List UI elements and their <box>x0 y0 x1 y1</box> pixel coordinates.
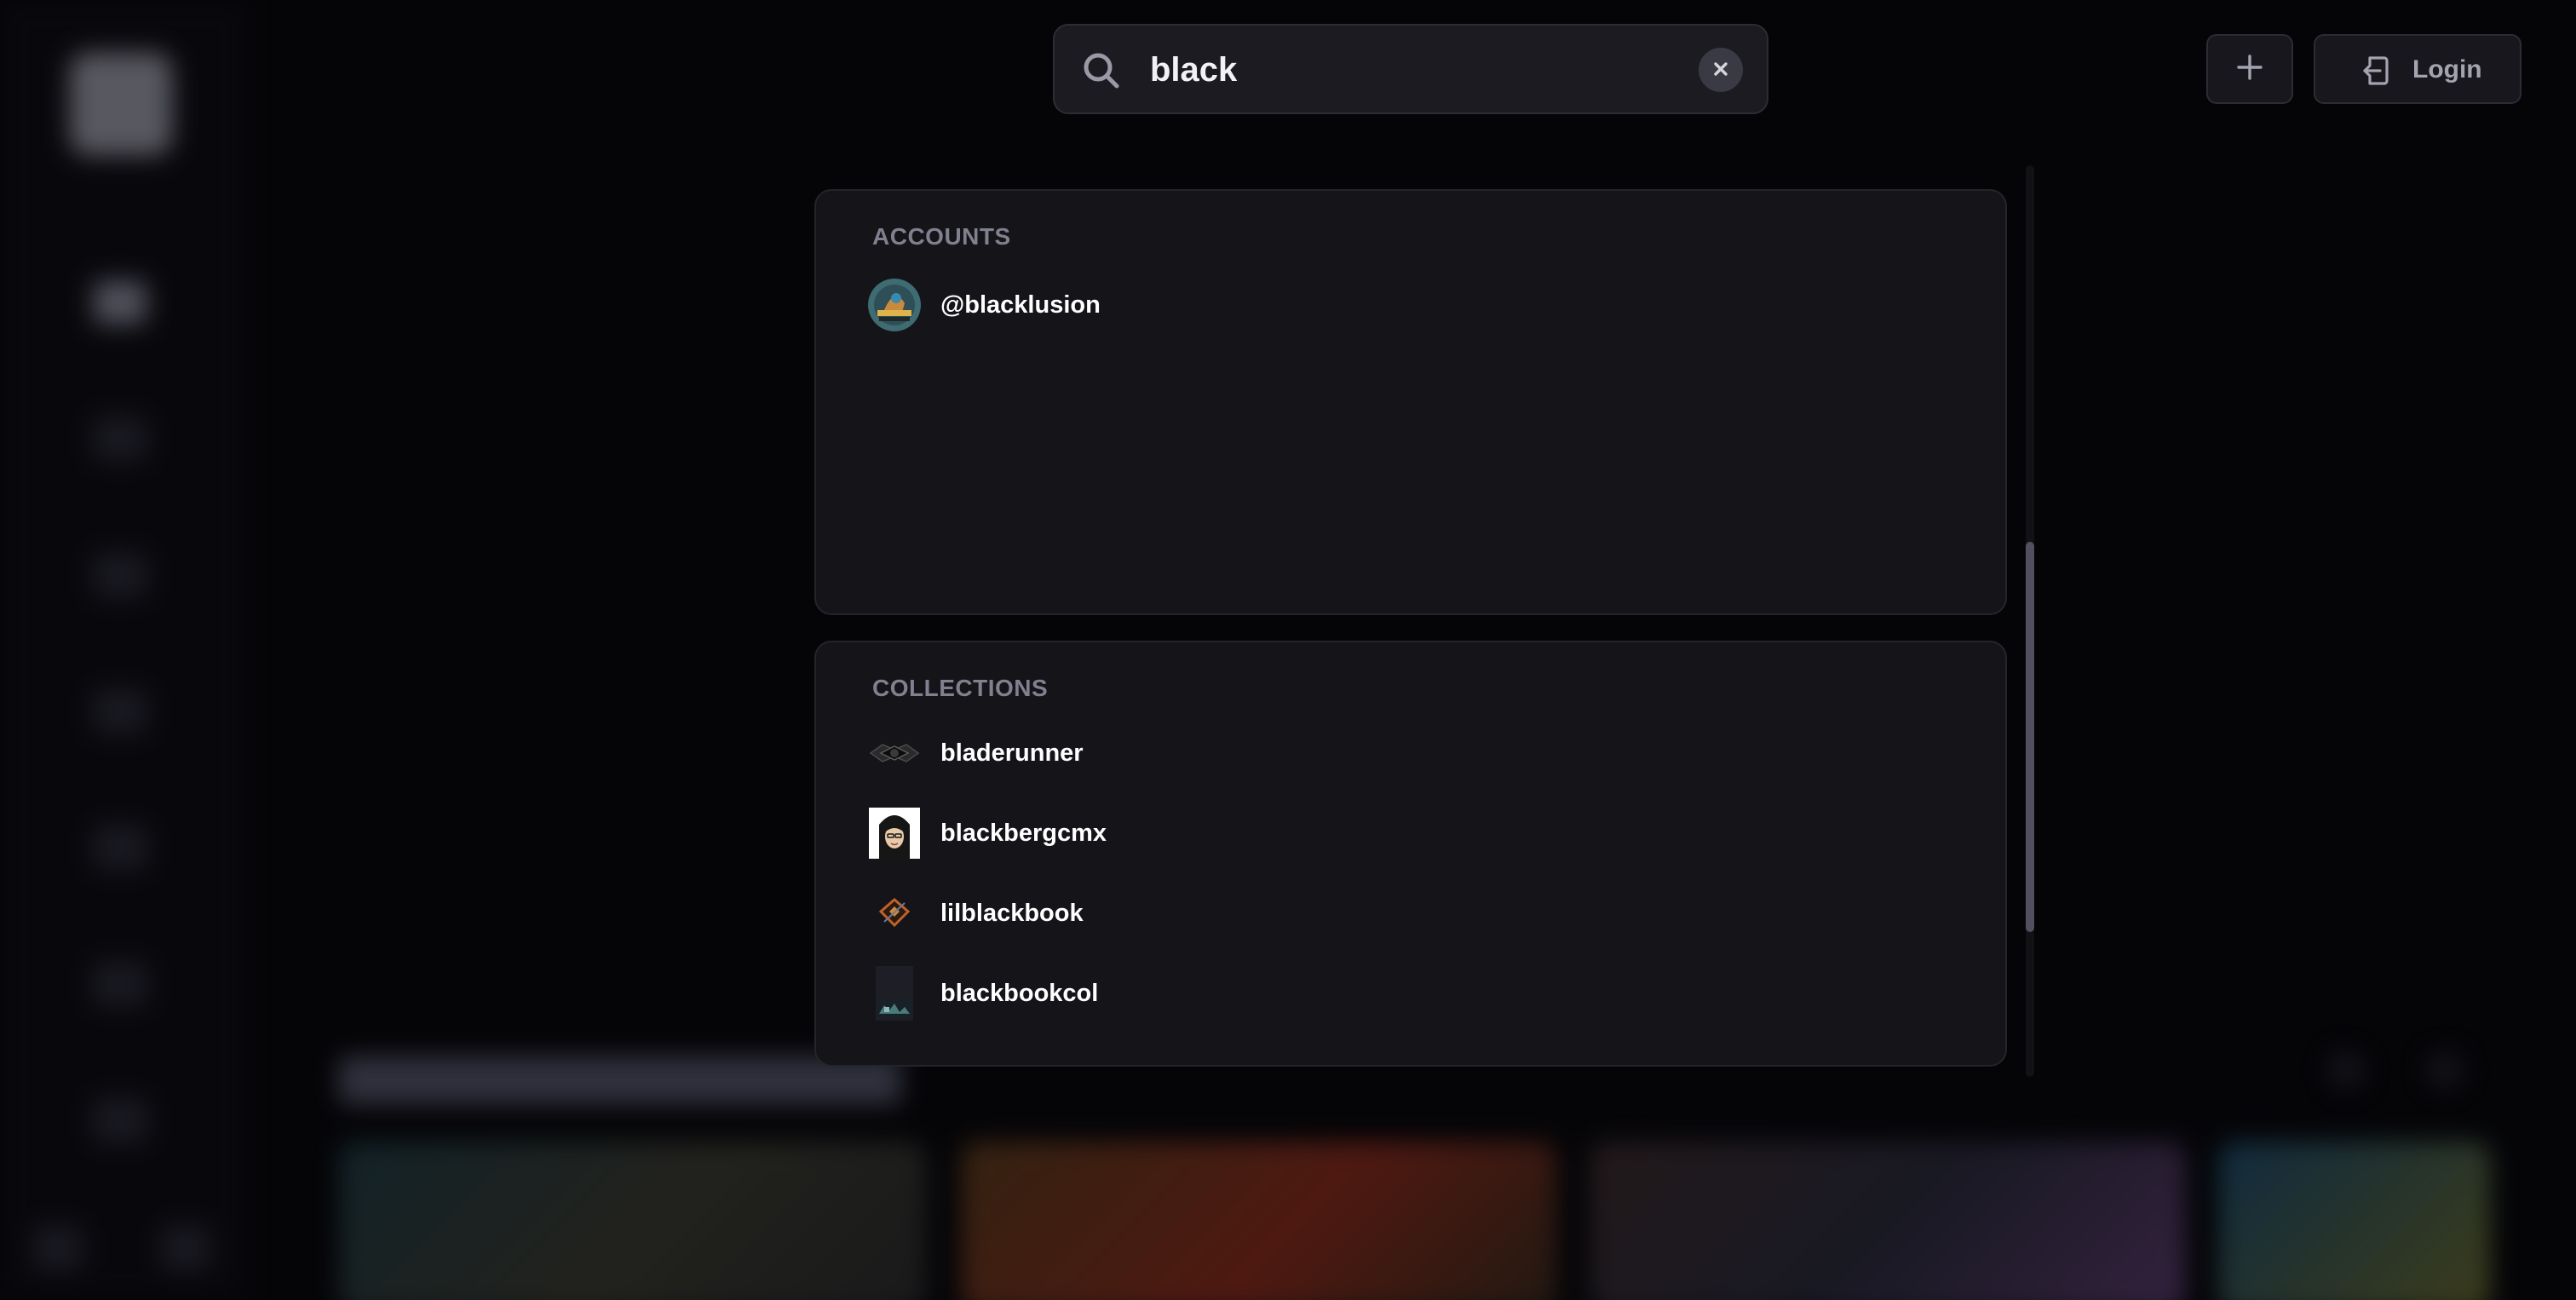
game-card <box>1590 1142 2186 1300</box>
collection-result-item[interactable]: blackbergcmx <box>867 801 1941 866</box>
login-label: Login <box>2412 55 2482 83</box>
sidebar-item <box>94 690 147 733</box>
results-scrollbar-thumb[interactable] <box>2026 542 2034 932</box>
game-card <box>339 1142 927 1300</box>
sidebar <box>0 0 247 1300</box>
collection-result-item[interactable]: blackbookcol <box>867 961 1941 1026</box>
close-icon <box>1711 59 1731 82</box>
collection-label: blackbookcol <box>940 979 1099 1007</box>
search-bar[interactable] <box>1053 24 1768 114</box>
blackbergcmx-logo <box>867 806 922 860</box>
search-input[interactable] <box>1148 43 1663 97</box>
account-result-item[interactable]: @blacklusion <box>867 273 1941 337</box>
carousel-prev <box>2326 1050 2366 1090</box>
login-button[interactable]: Login <box>2314 34 2521 104</box>
sidebar-item-home <box>94 281 147 324</box>
sidebar-item <box>94 826 147 869</box>
game-card <box>961 1142 1557 1300</box>
search-icon <box>1080 49 1123 92</box>
accounts-section-title: ACCOUNTS <box>872 223 1011 250</box>
collection-label: lilblackbook <box>940 899 1084 927</box>
sidebar-item <box>94 963 147 1005</box>
app-logo <box>70 53 172 155</box>
carousel-next <box>2424 1050 2465 1090</box>
lilblackbook-logo <box>867 886 922 940</box>
collections-section-title: COLLECTIONS <box>872 675 1049 701</box>
clear-search-button[interactable] <box>1699 48 1743 92</box>
blackbookcol-logo <box>867 966 922 1021</box>
collection-label: bladerunner <box>940 739 1084 767</box>
sidebar-item <box>94 417 147 460</box>
blacklusion-avatar <box>867 278 922 332</box>
app-window: Login ACCOUNTS @blacklusion COLLECTIONS <box>0 0 2576 1300</box>
account-label: @blacklusion <box>940 290 1101 319</box>
sidebar-footer-item <box>162 1227 210 1269</box>
collection-result-item[interactable]: bladerunner <box>867 721 1941 785</box>
sidebar-item <box>94 554 147 596</box>
bladerunner-logo <box>867 726 922 780</box>
game-card <box>2218 1142 2491 1300</box>
accounts-results-panel: ACCOUNTS @blacklusion <box>814 189 2007 615</box>
plus-icon <box>2235 53 2264 86</box>
collection-label: blackbergcmx <box>940 819 1107 847</box>
collections-results-panel: COLLECTIONS bladerunner blackbergcmx lil… <box>814 641 2007 1067</box>
collection-result-item[interactable]: lilblackbook <box>867 881 1941 946</box>
create-button[interactable] <box>2206 34 2293 104</box>
sidebar-item <box>94 1099 147 1142</box>
login-icon <box>2358 55 2390 87</box>
section-heading-placeholder <box>339 1056 901 1104</box>
sidebar-footer-item <box>34 1227 82 1269</box>
